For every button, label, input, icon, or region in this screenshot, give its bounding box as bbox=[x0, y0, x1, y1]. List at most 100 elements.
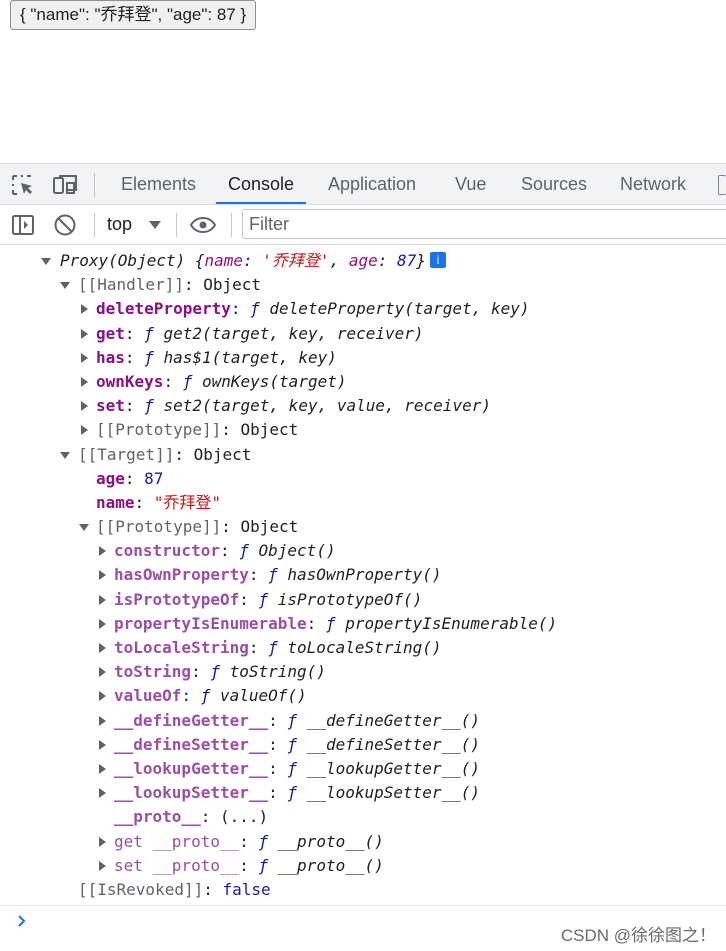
collapse-triangle-icon[interactable] bbox=[60, 443, 72, 467]
expand-triangle-icon[interactable] bbox=[97, 636, 109, 660]
handler-prop-row[interactable]: get: ƒ get2(target, key, receiver) bbox=[0, 322, 726, 346]
handler-label: [[Handler]] bbox=[78, 275, 184, 295]
console-log: Proxy(Object) {name: '乔拜登', age: 87} i [[… bbox=[0, 249, 726, 902]
function-glyph: ƒ bbox=[239, 541, 249, 561]
prototype-prop-row[interactable]: propertyIsEnumerable: ƒ propertyIsEnumer… bbox=[0, 612, 726, 636]
proxy-preview: Proxy(Object) {name: '乔拜登', age: 87} i bbox=[60, 249, 446, 273]
function-glyph: ƒ bbox=[144, 396, 154, 416]
target-age-row: age: 87 bbox=[96, 468, 164, 488]
context-label: top bbox=[107, 214, 133, 234]
handler-prop-row[interactable]: deleteProperty: ƒ deleteProperty(target,… bbox=[0, 297, 726, 321]
toolbar-divider bbox=[176, 213, 177, 237]
prototype-prop-row[interactable]: isPrototypeOf: ƒ isPrototypeOf() bbox=[0, 588, 726, 612]
function-glyph: ƒ bbox=[200, 686, 211, 706]
expand-triangle-icon[interactable] bbox=[79, 297, 91, 321]
expand-triangle-icon[interactable] bbox=[97, 563, 109, 587]
function-glyph: ƒ bbox=[250, 299, 260, 319]
console-toolbar: top bbox=[0, 205, 726, 245]
prototype-prop-row[interactable]: toString: ƒ toString() bbox=[0, 660, 726, 684]
device-toolbar-icon[interactable] bbox=[52, 173, 78, 197]
tab-elements[interactable]: Elements bbox=[109, 164, 208, 204]
function-glyph: ƒ bbox=[210, 662, 220, 682]
toolbar-divider bbox=[94, 213, 95, 237]
proto-setter-row[interactable]: set __proto__: ƒ __proto__() bbox=[0, 854, 726, 878]
collapse-triangle-icon[interactable] bbox=[41, 249, 53, 273]
prototype-prop-row[interactable]: constructor: ƒ Object() bbox=[0, 539, 726, 563]
is-revoked-row: [[IsRevoked]]: false bbox=[78, 879, 271, 899]
dropdown-caret-icon bbox=[149, 221, 161, 229]
expand-triangle-icon[interactable] bbox=[97, 539, 109, 563]
target-prototype-row[interactable]: [[Prototype]]: Object bbox=[0, 515, 726, 539]
expand-triangle-icon[interactable] bbox=[97, 588, 109, 612]
prototype-prop-row[interactable]: valueOf: ƒ valueOf() bbox=[0, 684, 726, 708]
function-glyph: ƒ bbox=[287, 710, 298, 730]
expand-triangle-icon[interactable] bbox=[97, 709, 109, 733]
toolbar-divider bbox=[94, 173, 95, 197]
expand-triangle-icon[interactable] bbox=[79, 418, 91, 442]
prototype-prop-row[interactable]: __defineSetter__: ƒ __defineSetter__() bbox=[0, 733, 726, 757]
handler-prototype-row[interactable]: [[Prototype]]: Object bbox=[0, 418, 726, 442]
function-glyph: ƒ bbox=[268, 565, 278, 585]
watermark: CSDN @徐徐图之！ bbox=[560, 926, 716, 945]
devtools-tab-bar: Elements Console Application Vue Sources… bbox=[0, 163, 726, 205]
invoke-getter-link[interactable]: (...) bbox=[220, 807, 268, 826]
prototype-prop-row[interactable]: toLocaleString: ƒ toLocaleString() bbox=[0, 636, 726, 660]
clear-console-icon[interactable] bbox=[52, 213, 78, 237]
filter-input[interactable] bbox=[242, 209, 726, 239]
expand-triangle-icon[interactable] bbox=[97, 830, 109, 854]
collapse-triangle-icon[interactable] bbox=[79, 515, 91, 539]
context-selector[interactable]: top bbox=[107, 209, 161, 239]
expand-triangle-icon[interactable] bbox=[97, 660, 109, 684]
tab-sources[interactable]: Sources bbox=[509, 164, 599, 204]
tab-application[interactable]: Application bbox=[316, 164, 428, 204]
handler-prop-row[interactable]: ownKeys: ƒ ownKeys(target) bbox=[0, 370, 726, 394]
tab-network[interactable]: Network bbox=[608, 164, 698, 204]
expand-triangle-icon[interactable] bbox=[97, 733, 109, 757]
toolbar-divider bbox=[231, 213, 232, 237]
target-name-row: name: "乔拜登" bbox=[96, 492, 222, 512]
handler-prop-row[interactable]: has: ƒ has$1(target, key) bbox=[0, 346, 726, 370]
prototype-prop-row[interactable]: __defineGetter__: ƒ __defineGetter__() bbox=[0, 709, 726, 733]
function-glyph: ƒ bbox=[144, 323, 154, 343]
info-icon[interactable]: i bbox=[429, 252, 446, 268]
proto-accessor-row[interactable]: __proto__: (...) bbox=[0, 805, 726, 829]
handler-type: Object bbox=[203, 275, 262, 295]
expand-triangle-icon[interactable] bbox=[97, 854, 109, 878]
function-glyph: ƒ bbox=[287, 783, 298, 803]
prototype-prop-row[interactable]: hasOwnProperty: ƒ hasOwnProperty() bbox=[0, 563, 726, 587]
function-glyph: ƒ bbox=[258, 831, 269, 851]
prototype-prop-row[interactable]: __lookupSetter__: ƒ __lookupSetter__() bbox=[0, 781, 726, 805]
page-output-json[interactable]: { "name": "乔拜登", "age": 87 } bbox=[10, 0, 257, 30]
live-expression-eye-icon[interactable] bbox=[189, 213, 217, 237]
function-glyph: ƒ bbox=[325, 613, 336, 633]
target-row[interactable]: [[Target]]: Object bbox=[0, 443, 726, 467]
expand-triangle-icon[interactable] bbox=[97, 684, 109, 708]
expand-triangle-icon[interactable] bbox=[79, 322, 91, 346]
more-tabs-icon[interactable] bbox=[718, 175, 726, 195]
expand-triangle-icon[interactable] bbox=[97, 612, 109, 636]
function-glyph: ƒ bbox=[287, 734, 298, 754]
function-glyph: ƒ bbox=[182, 371, 193, 391]
target-type: Object bbox=[193, 444, 252, 464]
prototype-prop-row[interactable]: __lookupGetter__: ƒ __lookupGetter__() bbox=[0, 757, 726, 781]
target-label: [[Target]] bbox=[78, 444, 175, 464]
tab-console[interactable]: Console bbox=[216, 164, 307, 204]
expand-triangle-icon[interactable] bbox=[79, 394, 91, 418]
function-glyph: ƒ bbox=[268, 638, 278, 657]
handler-row[interactable]: [[Handler]]: Object bbox=[0, 273, 726, 297]
expand-triangle-icon[interactable] bbox=[97, 757, 109, 781]
function-glyph: ƒ bbox=[258, 589, 269, 609]
function-glyph: ƒ bbox=[144, 347, 154, 367]
proxy-object-row[interactable]: Proxy(Object) {name: '乔拜登', age: 87} i bbox=[0, 249, 726, 273]
expand-triangle-icon[interactable] bbox=[79, 346, 91, 370]
collapse-triangle-icon[interactable] bbox=[60, 273, 72, 297]
expand-triangle-icon[interactable] bbox=[97, 781, 109, 805]
expand-triangle-icon[interactable] bbox=[79, 370, 91, 394]
sidebar-toggle-icon[interactable] bbox=[10, 213, 36, 237]
proto-getter-row[interactable]: get __proto__: ƒ __proto__() bbox=[0, 830, 726, 854]
tab-vue[interactable]: Vue bbox=[443, 164, 498, 204]
inspect-element-icon[interactable] bbox=[10, 173, 36, 197]
function-glyph: ƒ bbox=[258, 855, 269, 875]
function-glyph: ƒ bbox=[287, 758, 298, 778]
handler-prop-row[interactable]: set: ƒ set2(target, key, value, receiver… bbox=[0, 394, 726, 418]
